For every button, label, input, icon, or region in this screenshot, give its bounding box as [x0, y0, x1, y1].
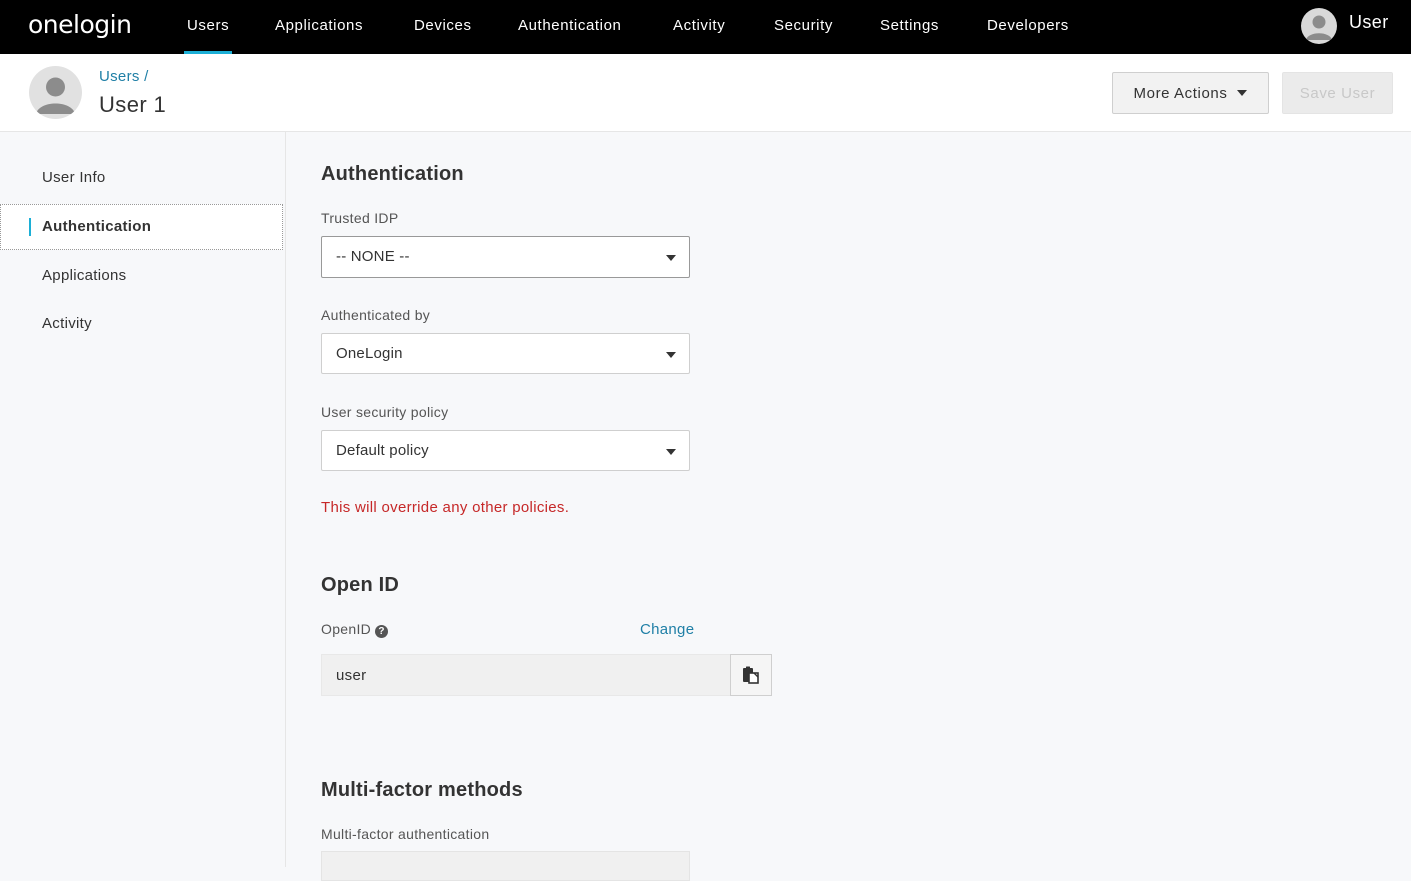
page-title: User 1: [99, 92, 167, 117]
nav-activity[interactable]: Activity: [673, 0, 725, 54]
openid-change-link[interactable]: Change: [640, 621, 694, 638]
sidebar-item-user-info[interactable]: User Info: [0, 155, 283, 201]
mfa-section-title: Multi-factor methods: [321, 779, 523, 801]
mfa-select[interactable]: [321, 851, 690, 881]
user-name: User: [1349, 12, 1389, 32]
caret-down-icon: [666, 255, 676, 261]
security-policy-value: Default policy: [336, 442, 429, 459]
openid-label: OpenID?: [321, 621, 389, 638]
nav-devices[interactable]: Devices: [414, 0, 472, 54]
nav-authentication[interactable]: Authentication: [518, 0, 621, 54]
security-policy-select[interactable]: Default policy: [321, 430, 690, 471]
clipboard-icon: [743, 666, 759, 684]
policy-override-warning: This will override any other policies.: [321, 499, 570, 516]
trusted-idp-select[interactable]: -- NONE --: [321, 236, 690, 278]
caret-down-icon: [1237, 90, 1248, 96]
nav-security[interactable]: Security: [774, 0, 833, 54]
save-user-button[interactable]: Save User: [1282, 72, 1393, 114]
page-header: Users / User 1 More Actions Save User: [0, 54, 1411, 132]
sidebar: User Info Authentication Applications Ac…: [0, 132, 286, 867]
nav-settings[interactable]: Settings: [880, 0, 939, 54]
authenticated-by-label: Authenticated by: [321, 307, 431, 323]
onelogin-logo[interactable]: onelogin: [28, 10, 132, 39]
caret-down-icon: [666, 449, 676, 455]
openid-field[interactable]: user: [321, 654, 731, 696]
sidebar-item-label: User Info: [42, 169, 106, 186]
sidebar-item-label: Applications: [42, 267, 127, 284]
trusted-idp-value: -- NONE --: [336, 248, 410, 265]
nav-users[interactable]: Users: [183, 0, 233, 54]
top-navigation: onelogin Users Applications Devices Auth…: [0, 0, 1411, 54]
openid-value: user: [336, 667, 367, 684]
authentication-section-title: Authentication: [321, 163, 464, 185]
more-actions-label: More Actions: [1133, 84, 1228, 102]
sidebar-item-activity[interactable]: Activity: [0, 301, 283, 347]
sidebar-item-authentication[interactable]: Authentication: [0, 204, 283, 250]
caret-down-icon: [666, 352, 676, 358]
trusted-idp-label: Trusted IDP: [321, 210, 399, 226]
profile-avatar-icon: [29, 66, 82, 119]
sidebar-item-label: Authentication: [42, 218, 152, 235]
mfa-label: Multi-factor authentication: [321, 826, 490, 842]
openid-section-title: Open ID: [321, 574, 400, 596]
question-circle-icon[interactable]: ?: [375, 625, 389, 638]
openid-label-text: OpenID: [321, 621, 372, 637]
nav-applications[interactable]: Applications: [275, 0, 363, 54]
more-actions-button[interactable]: More Actions: [1112, 72, 1269, 114]
authenticated-by-value: OneLogin: [336, 345, 403, 362]
user-avatar-icon: [1301, 8, 1337, 44]
copy-openid-button[interactable]: [730, 654, 772, 696]
security-policy-label: User security policy: [321, 404, 449, 420]
nav-developers[interactable]: Developers: [987, 0, 1069, 54]
breadcrumb-users[interactable]: Users /: [99, 68, 149, 85]
sidebar-item-applications[interactable]: Applications: [0, 253, 283, 299]
sidebar-item-label: Activity: [42, 315, 92, 332]
main-content: Authentication Trusted IDP -- NONE -- Au…: [287, 132, 1411, 881]
authenticated-by-select[interactable]: OneLogin: [321, 333, 690, 374]
